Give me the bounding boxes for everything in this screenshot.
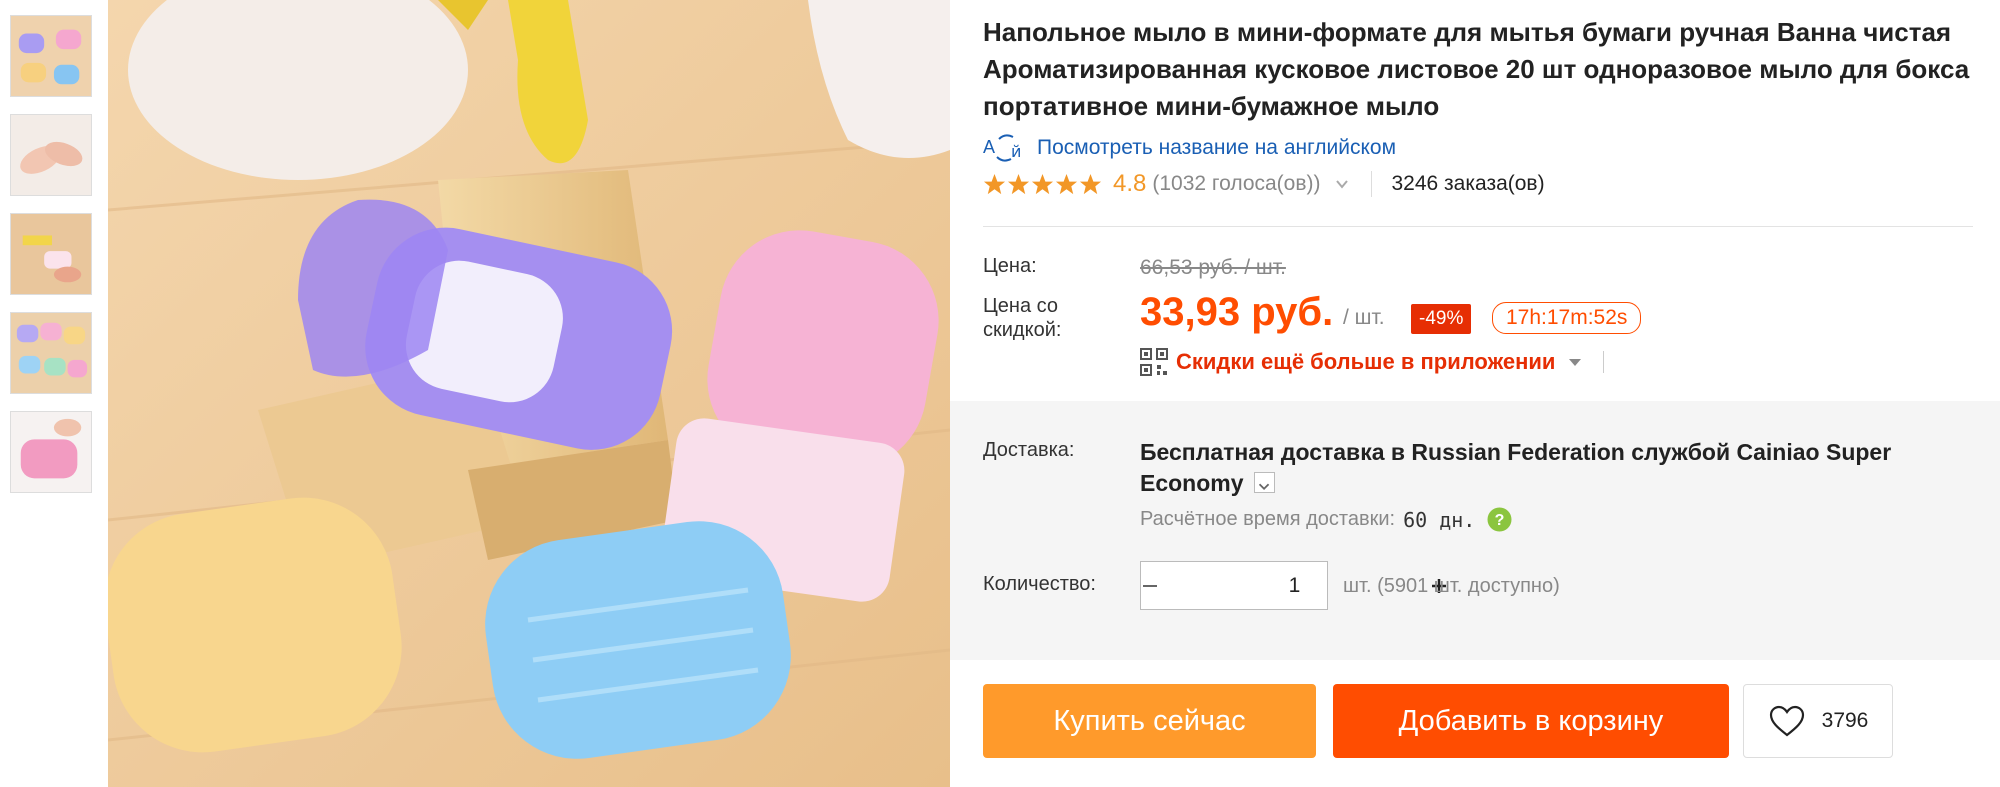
star-icon bbox=[1055, 173, 1078, 194]
caret-down-icon[interactable] bbox=[1569, 357, 1582, 367]
discount-badge: -49% bbox=[1411, 304, 1472, 334]
star-icon bbox=[1031, 173, 1054, 194]
svg-text:й: й bbox=[1011, 142, 1021, 161]
eta-label: Расчётное время доставки: bbox=[1140, 508, 1396, 530]
chevron-down-icon[interactable] bbox=[1335, 177, 1349, 191]
translate-row: A й Посмотреть название на английском bbox=[983, 131, 1973, 165]
wishlist-button[interactable]: 3796 bbox=[1743, 684, 1893, 758]
quantity-label: Количество: bbox=[983, 573, 1096, 595]
product-title: Напольное мыло в мини-формате для мытья … bbox=[983, 17, 1970, 121]
rating-stars bbox=[983, 173, 1103, 196]
qr-code-icon bbox=[1140, 348, 1168, 376]
divider bbox=[1370, 171, 1372, 197]
thumbnail-5[interactable] bbox=[10, 411, 92, 493]
shipping-text-prefix: Бесплатная доставка в bbox=[1140, 439, 1412, 465]
delivery-eta: Расчётное время доставки: 60 дн. ? bbox=[1140, 507, 1512, 532]
delivery-panel: Доставка: Бесплатная доставка в Russian … bbox=[950, 401, 2000, 660]
quantity-stepper bbox=[1140, 561, 1446, 610]
help-icon[interactable]: ? bbox=[1487, 507, 1512, 532]
main-product-image[interactable] bbox=[108, 0, 950, 787]
thumbnail-4-image bbox=[11, 313, 91, 393]
heart-icon bbox=[1769, 705, 1804, 737]
star-icon bbox=[1007, 173, 1030, 194]
rating-row: 4.8 (1032 голоса(ов)) 3246 заказа(ов) bbox=[983, 165, 1973, 203]
shipping-destination[interactable]: Russian Federation bbox=[1411, 439, 1624, 465]
votes-count[interactable]: (1032 голоса(ов)) bbox=[1152, 172, 1320, 196]
thumbnail-5-image bbox=[11, 412, 91, 492]
shipping-method: Бесплатная доставка в Russian Federation… bbox=[1140, 437, 1940, 499]
discount-price-label: Цена со скидкой: bbox=[983, 295, 1062, 341]
current-price: 33,93 руб. bbox=[1140, 290, 1334, 334]
add-to-cart-button[interactable]: Добавить в корзину bbox=[1333, 684, 1729, 758]
price-label: Цена: bbox=[983, 255, 1037, 277]
svg-text:?: ? bbox=[1495, 512, 1505, 529]
divider-line bbox=[983, 226, 1973, 227]
decrease-quantity-button[interactable] bbox=[1141, 562, 1159, 609]
buy-now-button[interactable]: Купить сейчас bbox=[983, 684, 1316, 758]
app-promo-link[interactable]: Скидки ещё больше в приложении bbox=[1176, 349, 1555, 375]
rating-value: 4.8 bbox=[1113, 170, 1147, 197]
countdown-timer: 17h:17m:52s bbox=[1492, 302, 1642, 334]
divider bbox=[1603, 351, 1605, 373]
original-price: 66,53 руб. / шт. bbox=[1140, 256, 1286, 279]
translate-icon[interactable]: A й bbox=[983, 133, 1025, 163]
thumbnail-1[interactable] bbox=[10, 15, 92, 97]
thumbnail-3-image bbox=[11, 214, 91, 294]
orders-count: 3246 заказа(ов) bbox=[1391, 172, 1545, 195]
available-quantity: шт. (5901 шт. доступно) bbox=[1343, 575, 1560, 597]
app-promo-row[interactable]: Скидки ещё больше в приложении bbox=[1140, 348, 1605, 376]
chevron-down-icon bbox=[1258, 484, 1269, 491]
thumbnail-2[interactable] bbox=[10, 114, 92, 196]
thumbnail-4[interactable] bbox=[10, 312, 92, 394]
thumbnail-2-image bbox=[11, 115, 91, 195]
thumbnail-list bbox=[10, 15, 94, 510]
minus-icon bbox=[1143, 584, 1157, 587]
wishlist-count: 3796 bbox=[1821, 709, 1869, 732]
product-info: Напольное мыло в мини-формате для мытья … bbox=[983, 14, 1973, 203]
shipping-label: Доставка: bbox=[983, 439, 1075, 461]
svg-text:A: A bbox=[983, 137, 995, 157]
star-icon bbox=[983, 173, 1006, 194]
shipping-dropdown[interactable] bbox=[1253, 472, 1275, 494]
star-icon bbox=[1079, 173, 1102, 194]
translate-title-link[interactable]: Посмотреть название на английском bbox=[1037, 136, 1396, 160]
product-photo bbox=[108, 0, 950, 787]
eta-value: 60 дн. bbox=[1403, 507, 1476, 532]
per-unit-label: / шт. bbox=[1343, 306, 1385, 329]
thumbnail-1-image bbox=[11, 16, 91, 96]
thumbnail-3[interactable] bbox=[10, 213, 92, 295]
